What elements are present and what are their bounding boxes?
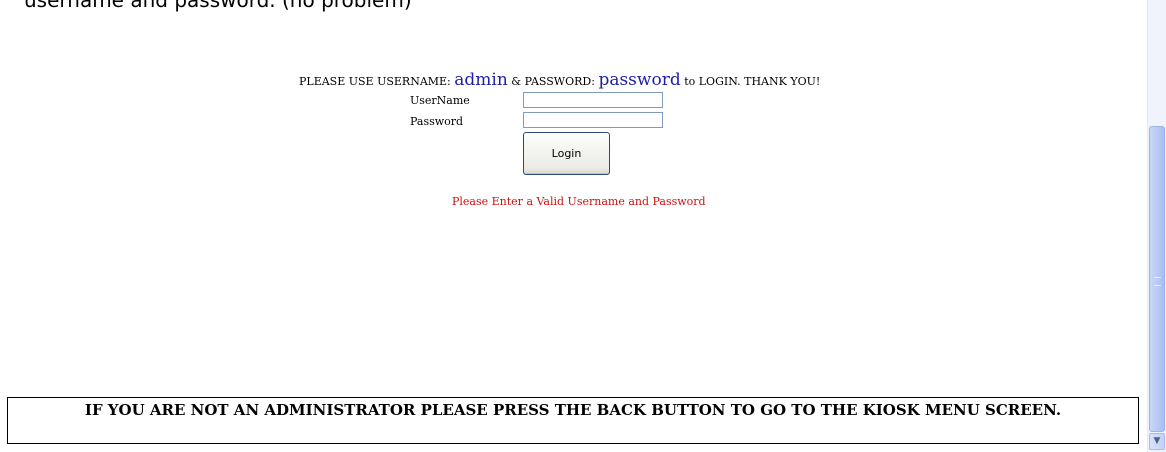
login-button[interactable]: Login <box>523 132 610 175</box>
scrollbar-thumb[interactable] <box>1149 126 1165 432</box>
instruction-middle: & PASSWORD: <box>511 75 595 88</box>
login-instruction: PLEASE USE USERNAME: admin & PASSWORD: p… <box>299 69 820 93</box>
scroll-down-button[interactable]: ▼ <box>1149 433 1165 450</box>
grip-icon <box>1154 277 1161 286</box>
password-hint: password <box>598 70 681 90</box>
instruction-prefix: PLEASE USE USERNAME: <box>299 75 451 88</box>
vertical-scrollbar[interactable]: ▼ <box>1147 0 1166 452</box>
chevron-down-icon: ▼ <box>1153 436 1161 446</box>
password-field[interactable] <box>523 112 663 128</box>
page-caption: username and password. (no problem) <box>24 0 412 12</box>
password-label: Password <box>410 115 464 128</box>
instruction-suffix: to LOGIN. THANK YOU! <box>684 75 821 88</box>
username-field[interactable] <box>523 92 663 108</box>
username-label: UserName <box>410 94 470 107</box>
error-message: Please Enter a Valid Username and Passwo… <box>452 195 706 208</box>
username-hint: admin <box>454 70 508 90</box>
admin-notice: IF YOU ARE NOT AN ADMINISTRATOR PLEASE P… <box>7 397 1139 444</box>
